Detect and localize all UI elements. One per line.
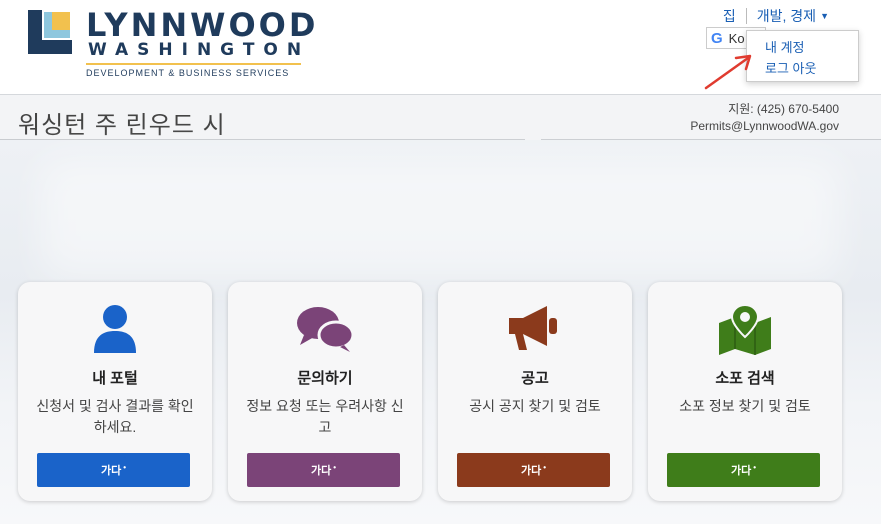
hero-background-image xyxy=(40,158,840,278)
page-title-bar: 워싱턴 주 린우드 시 지원: (425) 670-5400 Permits@L… xyxy=(0,94,881,140)
card-parcel-search: 소포 검색 소포 정보 찾기 및 검토 가다 • xyxy=(648,282,842,501)
map-pin-icon xyxy=(648,300,842,358)
nav-divider xyxy=(745,8,747,24)
go-button[interactable]: 가다 • xyxy=(247,453,400,487)
card-my-portal: 내 포털 신청서 및 검사 결과를 확인하세요. 가다 • xyxy=(18,282,212,501)
menu-item-my-account[interactable]: 내 계정 xyxy=(765,37,858,58)
megaphone-icon xyxy=(438,300,632,358)
support-phone: 지원: (425) 670-5400 xyxy=(728,102,839,116)
support-email-link[interactable]: Permits@LynnwoodWA.gov xyxy=(690,118,839,135)
menu-item-logout[interactable]: 로그 아웃 xyxy=(765,58,858,79)
card-description: 정보 요청 또는 우려사항 신고 xyxy=(246,398,404,435)
logo-subtitle: WASHINGTON xyxy=(88,40,311,60)
chat-bubbles-icon xyxy=(228,300,422,358)
card-title: 문의하기 xyxy=(297,370,353,387)
go-button-label: 가다 xyxy=(730,465,752,477)
contact-info: 지원: (425) 670-5400 Permits@LynnwoodWA.go… xyxy=(690,101,839,135)
go-button-label: 가다 xyxy=(520,465,542,477)
card-title: 내 포털 xyxy=(92,370,138,387)
page-title: 워싱턴 주 린우드 시 xyxy=(18,112,226,139)
logo-mark-icon xyxy=(26,10,72,54)
logo-divider xyxy=(86,63,301,65)
nav-section-link[interactable]: 개발, 경제 xyxy=(757,6,816,26)
card-contact-us: 문의하기 정보 요청 또는 우려사항 신고 가다 • xyxy=(228,282,422,501)
card-notices: 공고 공시 공지 찾기 및 검토 가다 • xyxy=(438,282,632,501)
go-button[interactable]: 가다 • xyxy=(457,453,610,487)
logo-department: DEVELOPMENT & BUSINESS SERVICES xyxy=(86,68,290,78)
caret-down-icon[interactable]: ▼ xyxy=(820,11,829,21)
annotation-arrow-icon xyxy=(704,54,752,90)
logo-title: LYNNWOOD xyxy=(86,6,319,44)
site-header: LYNNWOOD WASHINGTON DEVELOPMENT & BUSINE… xyxy=(0,0,881,94)
card-title: 소포 검색 xyxy=(715,370,775,387)
nav-home-link[interactable]: 집 xyxy=(723,6,736,26)
user-icon xyxy=(18,300,212,358)
lynnwood-logo[interactable]: LYNNWOOD WASHINGTON DEVELOPMENT & BUSINE… xyxy=(26,6,319,82)
translate-language-label: Ko xyxy=(728,30,745,46)
top-navigation: 집 개발, 경제 ▼ xyxy=(723,6,829,26)
account-dropdown-menu: 내 계정 로그 아웃 xyxy=(746,30,859,82)
go-button[interactable]: 가다 • xyxy=(667,453,820,487)
card-description: 공시 공지 찾기 및 검토 xyxy=(469,398,601,414)
card-title: 공고 xyxy=(521,370,549,387)
go-button-label: 가다 xyxy=(100,465,122,477)
go-button-label: 가다 xyxy=(310,465,332,477)
card-description: 소포 정보 찾기 및 검토 xyxy=(679,398,811,414)
google-g-icon: G xyxy=(711,29,723,47)
go-button[interactable]: 가다 • xyxy=(37,453,190,487)
card-description: 신청서 및 검사 결과를 확인하세요. xyxy=(36,398,194,435)
